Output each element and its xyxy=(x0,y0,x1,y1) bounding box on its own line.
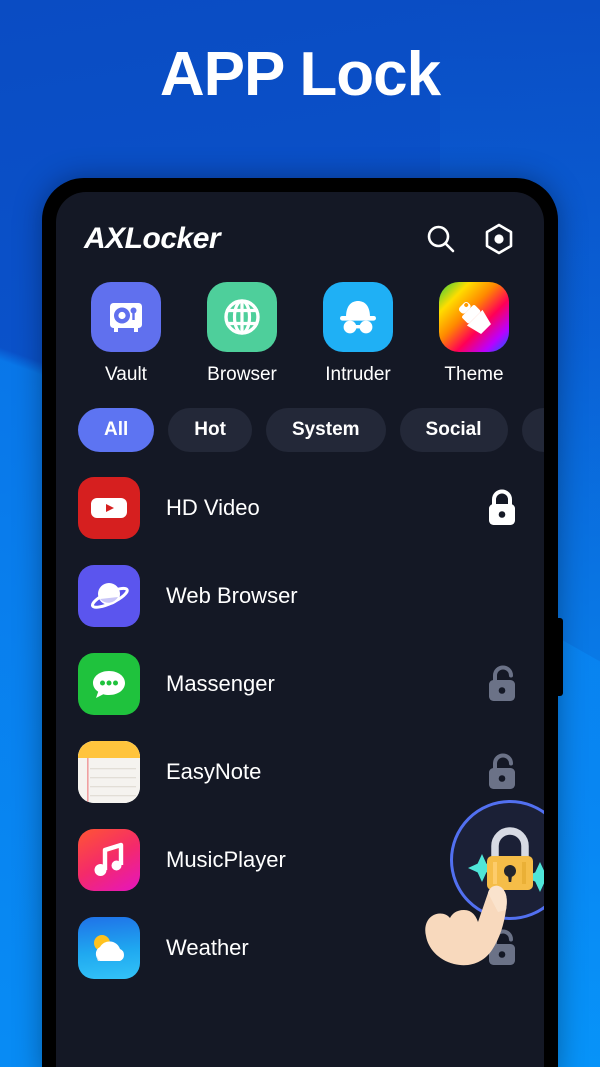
vault-icon xyxy=(91,282,161,352)
table-row[interactable]: HD Video xyxy=(78,464,522,552)
filter-chip-system[interactable]: System xyxy=(265,408,386,452)
music-icon xyxy=(78,829,140,891)
lock-highlight-placeholder xyxy=(482,574,522,618)
filter-chip-hot[interactable]: Hot xyxy=(168,408,252,452)
quick-action-vault[interactable]: Vault xyxy=(78,282,174,386)
quick-action-theme[interactable]: Theme xyxy=(426,282,522,386)
table-row[interactable]: Web Browser xyxy=(78,552,522,640)
phone-screen: AXLocker Vault Browser Intruder Theme Al… xyxy=(56,192,544,1067)
filter-chip-social[interactable]: Social xyxy=(399,408,508,452)
quick-action-label: Vault xyxy=(105,364,147,385)
filter-chip-all[interactable]: All xyxy=(78,408,155,452)
settings-icon[interactable] xyxy=(482,222,516,256)
quick-actions-row: Vault Browser Intruder Theme xyxy=(56,256,544,386)
intruder-icon xyxy=(323,282,393,352)
app-name: HD Video xyxy=(166,495,260,520)
quick-action-browser[interactable]: Browser xyxy=(194,282,290,386)
planet-icon xyxy=(78,565,140,627)
chat-icon xyxy=(78,653,140,715)
video-icon xyxy=(78,477,140,539)
app-name: MusicPlayer xyxy=(166,847,286,872)
notepad-icon xyxy=(78,741,140,803)
brush-icon xyxy=(439,282,509,352)
lock-open-icon[interactable] xyxy=(482,750,522,794)
quick-action-intruder[interactable]: Intruder xyxy=(310,282,406,386)
filter-chip-social2[interactable]: Soci xyxy=(521,408,544,452)
globe-icon xyxy=(207,282,277,352)
search-icon[interactable] xyxy=(424,222,458,256)
table-row[interactable]: EasyNote xyxy=(78,728,522,816)
app-name: Massenger xyxy=(166,671,275,696)
lock-closed-icon[interactable] xyxy=(482,486,522,530)
quick-action-label: Browser xyxy=(207,364,277,385)
quick-action-label: Intruder xyxy=(325,364,391,385)
quick-action-label: Theme xyxy=(444,364,504,385)
app-name: Web Browser xyxy=(166,583,298,608)
page-title: APP Lock xyxy=(159,40,441,109)
pointer-hand-icon xyxy=(406,880,526,972)
phone-power-button xyxy=(557,618,563,696)
header-icon-group xyxy=(424,222,516,256)
app-header: AXLocker xyxy=(56,192,544,256)
lock-open-icon[interactable] xyxy=(482,662,522,706)
app-name: EasyNote xyxy=(166,759,262,784)
table-row[interactable]: Massenger xyxy=(78,640,522,728)
app-brand-logo: AXLocker xyxy=(84,222,221,255)
phone-mockup: AXLocker Vault Browser Intruder Theme Al… xyxy=(42,178,563,1067)
weather-icon xyxy=(78,917,140,979)
filter-chip-row[interactable]: All Hot System Social Soci xyxy=(56,386,544,452)
